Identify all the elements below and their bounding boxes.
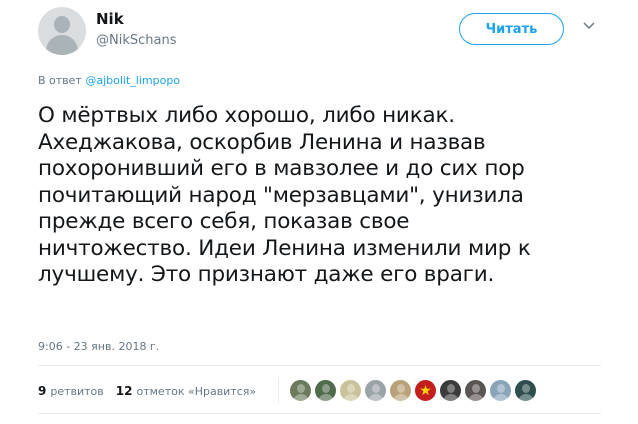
star-icon: ★ (419, 382, 432, 399)
liker-avatar[interactable] (389, 379, 412, 402)
liker-avatar[interactable] (439, 379, 462, 402)
reply-mention-link[interactable]: @ajbolit_limpopo (85, 74, 180, 87)
avatar-head-shape (297, 384, 305, 393)
tweet-timestamp[interactable]: 9:06 - 23 янв. 2018 г. (38, 340, 159, 353)
liker-avatar[interactable] (289, 379, 312, 402)
avatar-head-shape (54, 16, 70, 33)
liker-avatar[interactable] (314, 379, 337, 402)
retweets-count[interactable]: 9 (38, 384, 46, 398)
avatar-body-shape (318, 394, 334, 401)
likes-count[interactable]: 12 (116, 384, 133, 398)
avatar-body-shape (443, 394, 459, 401)
tweet-text-line: ничтожество. Идеи Ленина изменили мир к (38, 235, 531, 261)
avatar-head-shape (522, 384, 530, 393)
avatar-head-shape (347, 384, 355, 393)
avatar-body-shape (393, 394, 409, 401)
chevron-down-icon[interactable] (583, 22, 595, 32)
liker-avatar[interactable] (339, 379, 362, 402)
tweet-text-line: О мёртвых либо хорошо, либо никак. (38, 103, 455, 128)
follow-button[interactable]: Читать (459, 13, 564, 45)
avatar-head-shape (372, 384, 380, 393)
avatar-head-shape (397, 384, 405, 393)
avatar-head-shape (322, 384, 330, 393)
tweet-text-line: лучшему. Это признают даже его враги. (38, 262, 495, 287)
avatar-body-shape (46, 35, 78, 55)
liker-avatar[interactable] (514, 379, 537, 402)
reply-context: В ответ @ajbolit_limpopo (38, 74, 180, 87)
liker-avatar[interactable] (464, 379, 487, 402)
reply-prefix: В ответ (38, 74, 82, 87)
retweets-label[interactable]: ретвитов (50, 385, 103, 398)
tweet-stats: 9 ретвитов 12 отметок «Нравится» (38, 384, 256, 398)
stats-separator (278, 377, 279, 403)
tweet-text: О мёртвых либо хорошо, либо никак. Ахедж… (38, 103, 628, 289)
avatar-body-shape (293, 394, 309, 401)
user-handle[interactable]: @NikSchans (96, 33, 176, 48)
tweet-text-line: прежде всего себя, показав свое (38, 209, 410, 234)
liker-avatar[interactable] (489, 379, 512, 402)
avatar-body-shape (368, 394, 384, 401)
tweet-text-line: похоронивший его в мавзолее и до сих пор (38, 156, 525, 181)
liker-avatars: ★ (289, 379, 539, 402)
liker-avatar-star-icon[interactable]: ★ (414, 379, 437, 402)
liker-avatar[interactable] (364, 379, 387, 402)
tweet-text-line: почитающий народ "мерзавцами", унизила (38, 182, 524, 208)
divider (38, 413, 601, 414)
likes-label[interactable]: отметок «Нравится» (136, 385, 256, 398)
avatar-body-shape (468, 394, 484, 401)
tweet-text-line: Ахеджакова, оскорбив Ленина и назвав (38, 129, 486, 155)
user-name[interactable]: Nik (96, 10, 124, 28)
avatar-head-shape (472, 384, 480, 393)
avatar-body-shape (518, 394, 534, 401)
avatar-head-shape (447, 384, 455, 393)
avatar-body-shape (343, 394, 359, 401)
avatar-head-shape (497, 384, 505, 393)
divider (38, 365, 601, 366)
avatar-body-shape (493, 394, 509, 401)
user-avatar[interactable] (38, 7, 86, 55)
